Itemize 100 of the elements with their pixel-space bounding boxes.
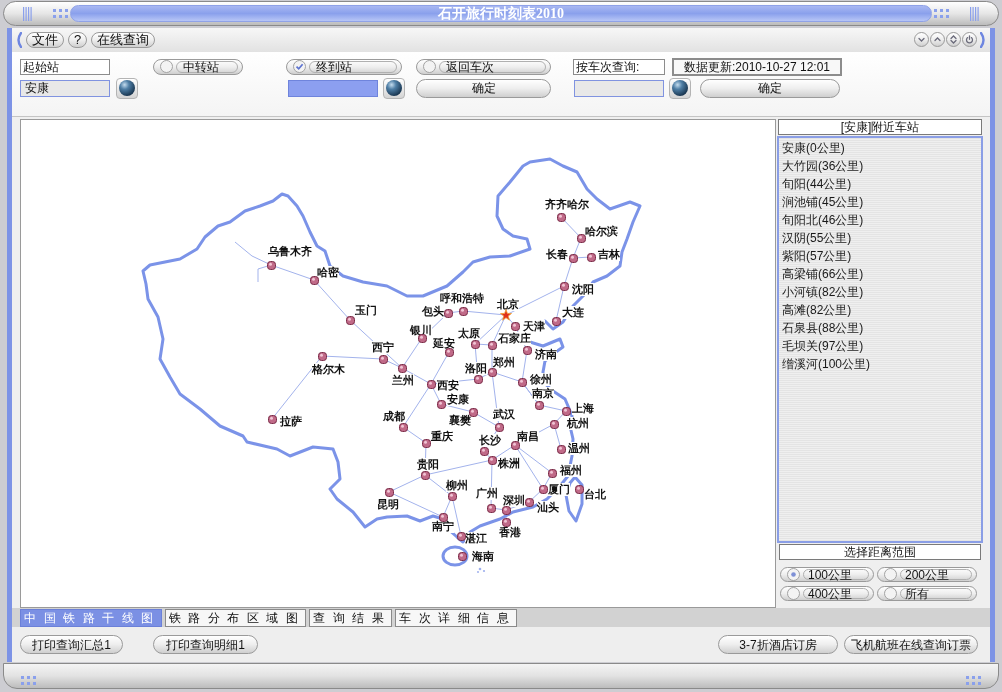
city-label: 哈尔滨 bbox=[585, 225, 618, 239]
help-menu[interactable]: ? bbox=[68, 31, 88, 48]
range-option[interactable]: 400公里 bbox=[780, 586, 874, 602]
station-list-item[interactable]: 高滩(82公里) bbox=[782, 301, 981, 320]
city-label: 福州 bbox=[560, 464, 582, 478]
sphere-icon bbox=[386, 80, 402, 97]
city-label: 呼和浩特 bbox=[440, 292, 484, 306]
online-query-menu[interactable]: 在线查询 bbox=[91, 31, 156, 48]
grip-dots-icon bbox=[966, 675, 981, 685]
origin-field[interactable]: 安康 bbox=[20, 79, 110, 97]
station-list-item[interactable]: 旬阳(44公里) bbox=[782, 175, 981, 194]
city-label: 天津 bbox=[523, 320, 545, 334]
city-label: 济南 bbox=[535, 348, 557, 362]
tab[interactable]: 查询结果 bbox=[309, 609, 392, 628]
option-toggle[interactable]: 中转站 bbox=[153, 58, 243, 75]
file-menu[interactable]: 文件 bbox=[26, 31, 64, 48]
power-button[interactable] bbox=[962, 32, 977, 48]
city-label: 西宁 bbox=[372, 341, 394, 355]
distance-range-header: 选择距离范围 bbox=[779, 544, 981, 561]
city-label: 贵阳 bbox=[417, 458, 439, 472]
option-toggle[interactable]: 返回车次 bbox=[416, 58, 551, 75]
city-label: 海南 bbox=[472, 550, 494, 564]
grip-dots-icon bbox=[53, 9, 68, 18]
city-label: 石家庄 bbox=[498, 332, 531, 346]
right-bracket-icon bbox=[980, 31, 987, 48]
data-update-label: 数据更新:2010-10-27 12:01 bbox=[672, 57, 842, 76]
confirm-button[interactable]: 确定 bbox=[416, 78, 551, 98]
station-list-item[interactable]: 汉阴(55公里) bbox=[782, 229, 981, 248]
range-option[interactable]: 200公里 bbox=[877, 567, 977, 583]
city-label: 吉林 bbox=[598, 248, 620, 262]
tab[interactable]: 车次详细信息 bbox=[395, 609, 517, 628]
print-summary-button[interactable]: 打印查询汇总1 bbox=[20, 635, 123, 655]
city-label: 大连 bbox=[562, 306, 584, 320]
station-list-item[interactable]: 高梁铺(66公里) bbox=[782, 265, 981, 284]
grip-dots-icon bbox=[21, 675, 36, 685]
city-label: 南宁 bbox=[432, 520, 454, 534]
city-label: 安康 bbox=[447, 393, 469, 407]
station-list-item[interactable]: 安康(0公里) bbox=[782, 139, 981, 158]
city-label: 湛江 bbox=[465, 532, 487, 546]
city-label: 广州 bbox=[476, 487, 498, 501]
restore-button[interactable] bbox=[946, 32, 961, 48]
city-label: 玉门 bbox=[355, 304, 377, 318]
city-label: 柳州 bbox=[446, 479, 468, 493]
star-icon bbox=[500, 309, 512, 322]
range-option[interactable]: 100公里 bbox=[780, 567, 874, 583]
window-title: 石开旅行时刻表2010 bbox=[438, 6, 564, 21]
station-list-item[interactable]: 毛坝关(97公里) bbox=[782, 337, 981, 356]
left-bracket-icon bbox=[15, 31, 22, 48]
destination-field[interactable] bbox=[288, 79, 378, 97]
expand-button[interactable] bbox=[930, 32, 945, 48]
sphere-button[interactable] bbox=[669, 77, 691, 99]
city-label: 郑州 bbox=[493, 356, 515, 370]
city-label: 南京 bbox=[532, 387, 554, 401]
station-list-item[interactable]: 紫阳(57公里) bbox=[782, 247, 981, 266]
city-label: 乌鲁木齐 bbox=[268, 245, 312, 259]
city-label: 齐齐哈尔 bbox=[545, 198, 589, 212]
city-label: 西安 bbox=[437, 379, 459, 393]
sphere-icon bbox=[672, 80, 688, 97]
city-label: 徐州 bbox=[530, 373, 552, 387]
grip-lines-icon bbox=[970, 6, 979, 21]
station-list-item[interactable]: 缯溪河(100公里) bbox=[782, 355, 981, 374]
station-list-item[interactable]: 小河镇(82公里) bbox=[782, 283, 981, 302]
hotel-booking-button[interactable]: 3-7折酒店订房 bbox=[718, 635, 838, 655]
city-label: 汕头 bbox=[537, 501, 559, 515]
confirm-button[interactable]: 确定 bbox=[700, 78, 840, 98]
city-label: 深圳 bbox=[503, 494, 525, 508]
city-label: 襄樊 bbox=[449, 414, 471, 428]
option-toggle[interactable]: 终到站 bbox=[286, 58, 402, 75]
city-label: 昆明 bbox=[377, 498, 399, 512]
station-list-item[interactable]: 石泉县(88公里) bbox=[782, 319, 981, 338]
print-details-button[interactable]: 打印查询明细1 bbox=[153, 635, 258, 655]
city-label: 杭州 bbox=[567, 417, 589, 431]
range-option[interactable]: 所有 bbox=[877, 586, 977, 602]
city-label: 重庆 bbox=[431, 430, 453, 444]
city-label: 武汉 bbox=[493, 408, 515, 422]
city-label: 包头 bbox=[422, 305, 444, 319]
sphere-button[interactable] bbox=[116, 77, 138, 99]
train-number-label: 按车次查询: bbox=[573, 58, 665, 75]
grip-dots-icon bbox=[934, 9, 949, 18]
city-label: 台北 bbox=[584, 488, 606, 502]
city-label: 上海 bbox=[572, 402, 594, 416]
city-label: 株洲 bbox=[498, 457, 520, 471]
station-list-item[interactable]: 旬阳北(46公里) bbox=[782, 211, 981, 230]
city-label: 北京 bbox=[497, 298, 519, 312]
up-down-chevron-icon bbox=[949, 35, 958, 45]
collapse-button[interactable] bbox=[914, 32, 929, 48]
city-label: 长沙 bbox=[479, 434, 501, 448]
station-list-item[interactable]: 大竹园(36公里) bbox=[782, 157, 981, 176]
city-label: 香港 bbox=[499, 526, 521, 540]
city-label: 太原 bbox=[458, 327, 480, 341]
station-list-item[interactable]: 涧池铺(45公里) bbox=[782, 193, 981, 212]
city-label: 哈密 bbox=[317, 266, 339, 280]
sphere-button[interactable] bbox=[383, 77, 405, 99]
chevron-down-icon bbox=[917, 35, 926, 45]
train-number-field[interactable] bbox=[574, 79, 664, 97]
grip-lines-icon bbox=[23, 6, 32, 21]
flight-booking-button[interactable]: 飞机航班在线查询订票 bbox=[844, 635, 978, 655]
city-label: 成都 bbox=[383, 410, 405, 424]
tab[interactable]: 铁路分布区域图 bbox=[164, 609, 306, 628]
city-label: 长春 bbox=[546, 248, 568, 262]
